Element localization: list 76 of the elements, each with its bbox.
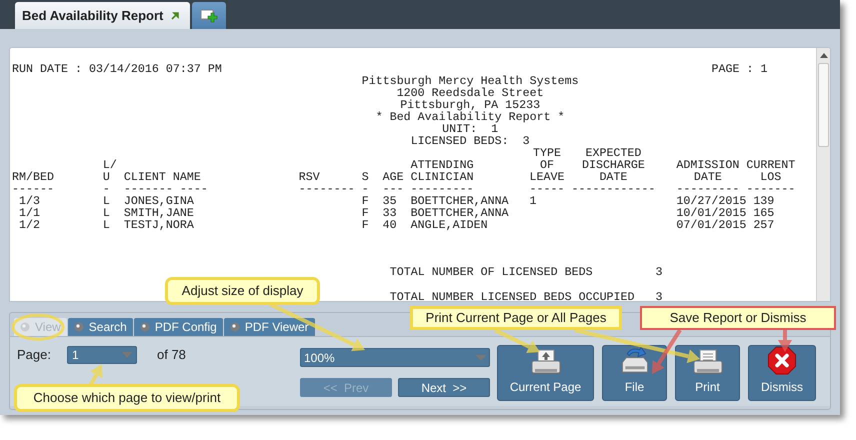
report-cell: F [362,194,369,208]
report-heading: Pittsburgh Mercy Health Systems [362,75,579,87]
action-button[interactable]: File [602,345,667,401]
report-cell: ANGLE,AIDEN [410,218,488,232]
panel-tab[interactable]: Search [68,318,133,336]
report-cell: F [362,218,369,232]
report-cell: L [102,206,110,220]
column-header: RM/BED [12,171,54,183]
report-cell: 1/2 [18,218,40,232]
report-cell: BOETTCHER,ANNA [410,206,509,220]
column-underline: ------- ---- [124,182,208,196]
report-cell: 40 [382,218,397,232]
run-date-text: RUN DATE : 03/14/2016 07:37 PM [12,63,222,75]
report-cell: TESTJ,NORA [124,218,194,232]
report-cell: SMITH,JANE [124,206,194,220]
total-label: TOTAL NUMBER OF LICENSED BEDS [390,265,593,279]
report-heading: UNIT: 1 [442,123,498,135]
report-heading: * Bed Availability Report * [376,111,565,123]
column-header: ADMISSION DATE [676,159,740,183]
column-underline: -------- [298,182,355,196]
column-header: TYPE OF LEAVE [530,147,564,183]
report-cell: 165 [753,206,774,220]
report-cell: 1/3 [18,194,40,208]
report-cell: 10/01/2015 [676,206,746,220]
page-select[interactable]: 1 [66,346,137,364]
column-header: RSV [298,171,321,183]
column-underline: - [362,182,369,196]
total-value: 3 [656,266,663,278]
page-label: Page: [17,346,51,364]
report-cell: 1/1 [18,206,40,220]
column-underline: --------- [676,182,740,196]
report-cell: 07/01/2015 [676,218,746,232]
column-header: CLIENT NAME [124,171,202,183]
report-cell: JONES,GINA [124,194,194,208]
column-underline: ------ [12,182,54,196]
report-cell: F [362,206,369,220]
action-button[interactable]: Current Page [497,345,594,401]
report-cell: BOETTCHER,ANNA [410,194,509,208]
page-count: of 78 [156,346,186,364]
column-underline: ------------ [571,182,656,196]
action-button[interactable]: Print [675,345,740,401]
report-cell: 257 [753,218,774,232]
column-header: L/ U [102,159,117,183]
report-cell: L [102,218,110,232]
callout: Print Current Page or All Pages [410,306,622,330]
nav-button[interactable]: Next >> [398,378,490,397]
total-value: 3 [656,291,663,301]
report-heading: Pittsburgh, PA 15233 [400,99,540,111]
column-underline: ------- [746,182,796,196]
report-heading: LICENSED BEDS: 3 [410,135,530,147]
column-underline: ----- [530,182,564,196]
report-cell: 10/27/2015 [676,194,746,208]
column-header: CURRENT LOS [746,159,796,183]
action-button[interactable]: Dismiss [748,345,816,401]
column-header: AGE [382,171,404,183]
zoom-select[interactable]: 100% [300,348,490,367]
page-number-text: PAGE : 1 [712,63,768,75]
callout: Save Report or Dismiss [640,306,836,330]
report-cell: 139 [753,194,774,208]
callout: Choose which page to view/print [14,384,240,412]
report-cell: 35 [382,194,397,208]
report-cell: 1 [530,194,537,208]
column-header: ATTENDING CLINICIAN [410,159,475,183]
report-cell: L [102,194,110,208]
report-heading: 1200 Reedsdale Street [396,87,544,99]
column-underline: - [102,182,110,196]
column-header: S [362,171,369,183]
report-cell: 33 [382,206,397,220]
column-underline: --------- [410,182,474,196]
total-label: TOTAL NUMBER LICENSED BEDS OCCUPIED [390,290,635,301]
column-underline: --- [382,182,404,196]
report-tab[interactable]: Bed Availability Report [15,2,190,29]
panel-tab[interactable]: PDF Config [134,318,223,336]
column-header: EXPECTED DISCHARGE DATE [580,147,646,183]
panel-tab[interactable]: PDF Viewer [224,318,315,336]
callout: Adjust size of display [165,277,320,305]
